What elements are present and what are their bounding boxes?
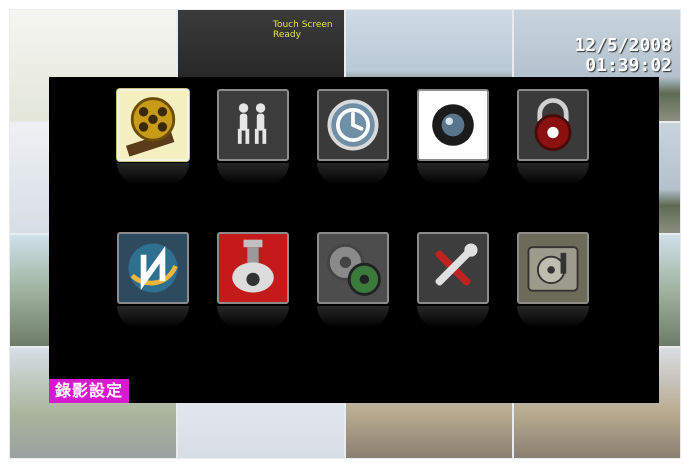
lock-icon [534, 98, 572, 151]
film-reel-icon [125, 97, 176, 157]
system-settings-button[interactable] [317, 232, 389, 304]
osd-time: 01:39:02 [585, 55, 672, 76]
playback-icon-reflection [317, 163, 389, 185]
ptz-camera-button[interactable] [217, 232, 289, 304]
menu-caption: 錄影設定 [49, 379, 130, 403]
tools-icon-reflection [417, 306, 489, 328]
tools-icon [435, 243, 478, 286]
network-icon-reflection [117, 306, 189, 328]
people-icon-reflection [217, 163, 289, 185]
disk-icon-reflection [517, 306, 589, 328]
ptz-icon-reflection [217, 306, 289, 328]
touch-text: Touch Screen Ready [273, 20, 333, 40]
camera-lens-icon [432, 104, 474, 146]
disk-button[interactable] [517, 232, 589, 304]
playback-button[interactable] [317, 89, 389, 161]
ptz-camera-icon [232, 239, 274, 293]
people-button[interactable] [217, 89, 289, 161]
camera-button[interactable] [417, 89, 489, 161]
network-button[interactable] [117, 232, 189, 304]
settings-menu-panel [49, 77, 659, 403]
camera-icon-reflection [417, 163, 489, 185]
disk-icon [527, 246, 579, 292]
gears-icon [327, 243, 381, 296]
lock-icon-reflection [517, 163, 589, 185]
tools-button[interactable] [417, 232, 489, 304]
playback-icon [327, 99, 379, 151]
network-icon [128, 243, 178, 293]
date-time-osd: 12/5/2008 01:39:02 [574, 36, 672, 76]
record-icon-reflection [117, 163, 189, 185]
people-icon [237, 103, 267, 144]
record-settings-button[interactable] [117, 89, 189, 161]
gears-icon-reflection [317, 306, 389, 328]
lock-button[interactable] [517, 89, 589, 161]
osd-date: 12/5/2008 [574, 35, 672, 56]
